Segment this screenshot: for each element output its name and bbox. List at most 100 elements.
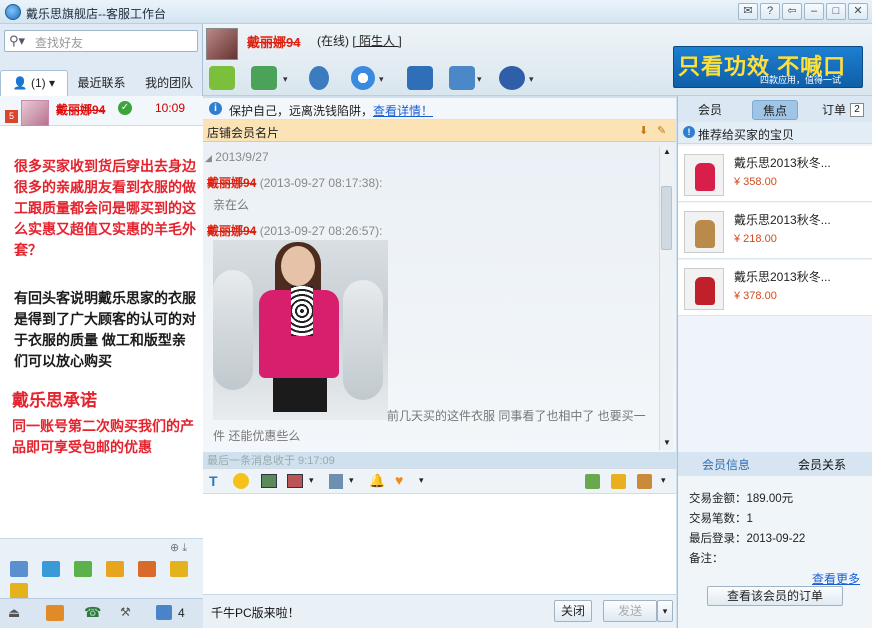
font-icon[interactable]: T (209, 473, 218, 489)
notice-text: 保护自己，远离洗钱陷阱，查看详情！ (229, 104, 434, 118)
message-box-icon[interactable] (156, 605, 172, 620)
promo-note-link[interactable]: 千牛PC版来啦！ (211, 604, 300, 621)
tab-member[interactable]: 会员 (690, 100, 730, 120)
favorite-icon[interactable] (611, 474, 626, 489)
record-icon[interactable] (637, 474, 652, 489)
message-input[interactable] (203, 494, 676, 594)
tab-order[interactable]: 订单 (818, 100, 850, 120)
download-icon[interactable]: ⬇ (639, 124, 651, 137)
screenshot-icon[interactable] (287, 474, 303, 488)
menu-icon[interactable]: ⏏ (8, 605, 20, 621)
voice-icon[interactable] (309, 66, 329, 90)
video-icon[interactable] (351, 66, 375, 90)
file-icon[interactable] (251, 66, 277, 90)
scroll-up-icon[interactable]: ▲ (663, 147, 671, 156)
send-button[interactable]: 发送 (603, 600, 657, 622)
add-plugin-icon[interactable]: ⊕ ⤓ (170, 541, 187, 555)
pin-icon[interactable]: ⇦ (782, 3, 802, 20)
product-item[interactable]: 戴乐思2013秋冬... ¥ 358.00 (678, 146, 872, 202)
chevron-down-icon[interactable]: ▾ (283, 74, 288, 85)
contact-list-item[interactable]: 5 戴丽娜94 ✓ 10:09 (0, 96, 203, 126)
close-chat-button[interactable]: 关闭 (554, 600, 592, 622)
minimize-button[interactable]: – (804, 3, 824, 20)
tab-contacts[interactable]: 👤 (1) ▾ (0, 70, 68, 96)
chevron-down-icon[interactable]: ▾ (477, 74, 482, 85)
tab-member-relation[interactable]: 会员关系 (798, 456, 846, 473)
member-card-bar[interactable]: 店铺会员名片 ⬇ ✎ (203, 120, 676, 142)
buy-icon[interactable] (42, 561, 60, 577)
online-check-icon: ✓ (118, 101, 132, 115)
image-icon[interactable] (261, 474, 277, 488)
chevron-down-icon[interactable]: ▾ (529, 74, 534, 85)
notice-link[interactable]: 查看详情！ (373, 104, 433, 118)
wrench-icon[interactable]: ✎ (657, 124, 669, 137)
view-orders-button[interactable]: 查看该会员的订单 (707, 586, 843, 606)
phone-icon[interactable]: ☎ (84, 604, 101, 621)
help-icon[interactable]: ? (760, 3, 780, 20)
product-item[interactable]: 戴乐思2013秋冬... ¥ 378.00 (678, 260, 872, 316)
member-tabs: 会员信息 会员关系 (678, 452, 872, 476)
contact-avatar[interactable] (206, 28, 238, 60)
heart-icon[interactable]: ♥ (395, 472, 403, 488)
search-input[interactable]: ⚲▾ 查找好友 (4, 30, 198, 52)
chevron-down-icon[interactable]: ▾ (661, 475, 666, 486)
feedback-icon[interactable]: ✉ (738, 3, 758, 20)
quick-reply-icon[interactable] (329, 474, 343, 489)
customer-icon[interactable] (10, 561, 28, 577)
order-count-badge: 2 (850, 103, 864, 117)
chat-toolbar: ▾ ▾ ▾ ▾ (203, 66, 663, 94)
contact-tabs: 👤 (1) ▾ 最近联系 我的团队 (0, 70, 203, 96)
archive-icon[interactable] (46, 605, 64, 621)
ad-banner[interactable]: 只看功效 不喊口号 四款应用，值得一试 (673, 46, 863, 88)
message-text-1: 亲在么 (213, 198, 250, 212)
search-icon: ⚲▾ (9, 33, 26, 48)
tab-focus[interactable]: 焦点 (752, 100, 798, 120)
message-count: 4 (178, 606, 185, 620)
product-name: 戴乐思2013秋冬... (734, 213, 831, 227)
product-photo[interactable] (213, 240, 388, 420)
message-header-2: 戴丽娜94 (2013-09-27 08:26:57): (207, 224, 383, 238)
member-card-label: 店铺会员名片 (207, 126, 280, 140)
police-icon[interactable] (499, 66, 525, 90)
chevron-down-icon[interactable]: ▾ (309, 475, 314, 486)
bell-icon[interactable]: 🔔 (369, 473, 385, 489)
share-icon[interactable] (449, 66, 475, 90)
upload-icon[interactable] (74, 561, 92, 577)
transfer-icon[interactable] (209, 66, 235, 90)
see-more-link[interactable]: 查看更多 (812, 570, 860, 587)
left-panel: ⚲▾ 查找好友 👤 (1) ▾ 最近联系 我的团队 5 戴丽娜94 ✓ 10:0… (0, 24, 203, 628)
tab-recent[interactable]: 最近联系 (68, 70, 136, 96)
stranger-link[interactable]: [ 陌生人 ] (352, 34, 401, 48)
note-icon[interactable] (10, 583, 28, 599)
chat-scrollbar[interactable]: ▲ ▼ (659, 146, 673, 450)
promo-text-2: 有回头客说明戴乐思家的衣服是得到了广大顾客的认可的对于衣服的质量 做工和版型亲们… (14, 290, 196, 369)
message-text-2: 前几天买的这件衣服 同事看了也相中了 也要买一件 还能优惠些么 (213, 409, 646, 443)
package-icon[interactable] (106, 561, 124, 577)
chevron-down-icon[interactable]: ▾ (349, 475, 354, 486)
search-placeholder: 查找好友 (35, 36, 84, 50)
close-button[interactable]: ✕ (848, 3, 868, 20)
maximize-button[interactable]: □ (826, 3, 846, 20)
recommend-title: 推荐给买家的宝贝 (698, 128, 795, 142)
product-item[interactable]: 戴乐思2013秋冬... ¥ 218.00 (678, 203, 872, 259)
edit-icon[interactable] (170, 561, 188, 577)
add-contact-icon[interactable] (407, 66, 433, 90)
chevron-down-icon[interactable]: ▾ (379, 74, 384, 85)
window-title: 戴乐思旗舰店--客服工作台 (26, 7, 166, 21)
product-thumbnail (684, 154, 724, 196)
scroll-thumb[interactable] (661, 186, 672, 250)
tab-team[interactable]: 我的团队 (135, 70, 203, 96)
send-options-chevron-down-icon[interactable]: ▾ (657, 600, 673, 622)
chat-history: ◢ 2013/9/27 戴丽娜94 (2013-09-27 08:17:38):… (203, 142, 676, 452)
shop-icon[interactable] (138, 561, 156, 577)
plugin-toolbar: ⊕ ⤓ (0, 538, 203, 599)
recommend-header: ! 推荐给买家的宝贝 (678, 122, 872, 144)
tab-member-info[interactable]: 会员信息 (702, 456, 750, 473)
contact-status: (在线) [ 陌生人 ] (317, 34, 402, 48)
history-icon[interactable] (585, 474, 600, 489)
scroll-down-icon[interactable]: ▼ (663, 438, 671, 447)
chevron-down-icon[interactable]: ▾ (419, 475, 424, 486)
emoji-icon[interactable] (233, 473, 249, 489)
contact-name: 戴丽娜94 (56, 103, 106, 117)
tools-icon[interactable]: ⚒ (120, 605, 131, 619)
